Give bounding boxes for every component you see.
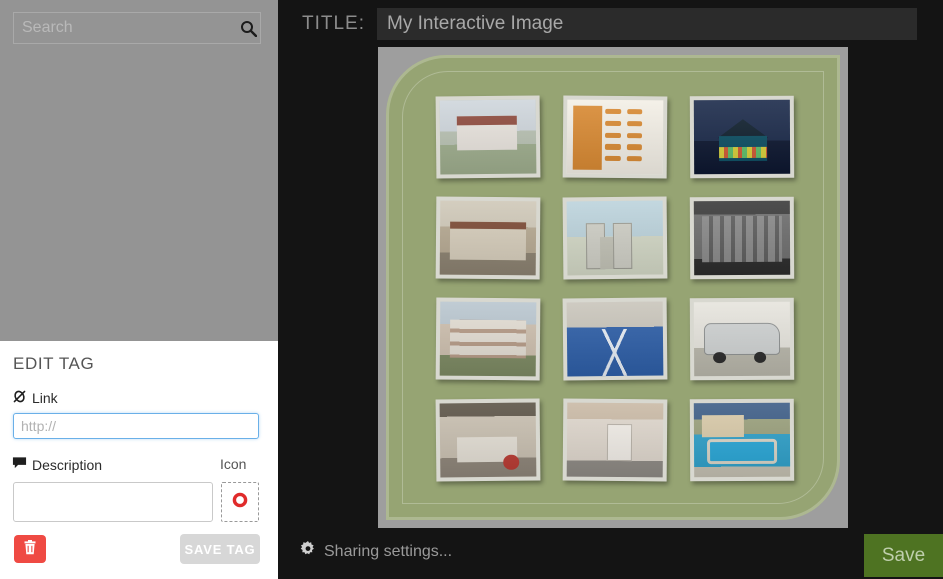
description-input[interactable]	[13, 482, 213, 522]
sharing-settings-link[interactable]: Sharing settings...	[300, 541, 452, 562]
link-label-text: Link	[32, 390, 58, 406]
icon-picker-label: Icon	[220, 456, 247, 472]
red-ring-icon	[231, 491, 249, 514]
delete-tag-button[interactable]	[14, 535, 46, 563]
title-label: TITLE:	[302, 12, 366, 34]
app-root: EDIT TAG Link Description	[0, 0, 943, 579]
search-input[interactable]	[14, 13, 237, 43]
description-field-label: Description	[12, 456, 102, 473]
title-bar: TITLE:	[278, 0, 943, 47]
collage-image	[386, 55, 840, 520]
photo-recreational-vehicle[interactable]	[690, 297, 795, 380]
photo-blue-sports-court[interactable]	[562, 296, 668, 381]
photo-grid	[430, 91, 800, 485]
link-icon	[12, 389, 27, 407]
title-input[interactable]	[377, 7, 918, 40]
photo-orange-apartment-illustration[interactable]	[562, 95, 668, 178]
trash-icon	[23, 540, 37, 558]
edit-tag-heading: EDIT TAG	[13, 354, 95, 373]
search-bar	[13, 12, 261, 44]
left-sidebar: EDIT TAG Link Description	[0, 0, 278, 579]
photo-house-with-swimming-pool[interactable]	[690, 398, 795, 481]
description-label-text: Description	[32, 456, 103, 473]
photo-blue-victorian-house-at-night[interactable]	[690, 95, 795, 178]
save-tag-button[interactable]: SAVE TAG	[180, 534, 260, 564]
link-input[interactable]	[13, 413, 259, 439]
edit-tag-panel: EDIT TAG Link Description	[0, 341, 278, 579]
photo-modern-terraced-building[interactable]	[435, 297, 541, 380]
search-icon[interactable]	[237, 13, 260, 43]
sharing-settings-label: Sharing settings...	[324, 542, 453, 560]
comment-icon	[12, 456, 27, 473]
photo-black-and-white-mansion[interactable]	[690, 196, 795, 279]
photo-castle-illustration[interactable]	[562, 195, 668, 280]
link-field-label: Link	[12, 389, 58, 407]
image-canvas[interactable]	[378, 47, 848, 528]
photo-mediterranean-villa[interactable]	[435, 196, 541, 279]
save-button[interactable]: Save	[864, 534, 943, 577]
gear-icon	[300, 541, 316, 562]
icon-picker-button[interactable]	[221, 482, 259, 522]
main-area: TITLE: My Interactive Image Sharing sett…	[278, 0, 943, 579]
bottom-bar: Sharing settings... Save	[278, 528, 943, 579]
photo-interior-room[interactable]	[435, 397, 541, 482]
photo-white-house-with-red-roof[interactable]	[435, 94, 541, 179]
photo-interior-kitchen[interactable]	[562, 398, 668, 481]
